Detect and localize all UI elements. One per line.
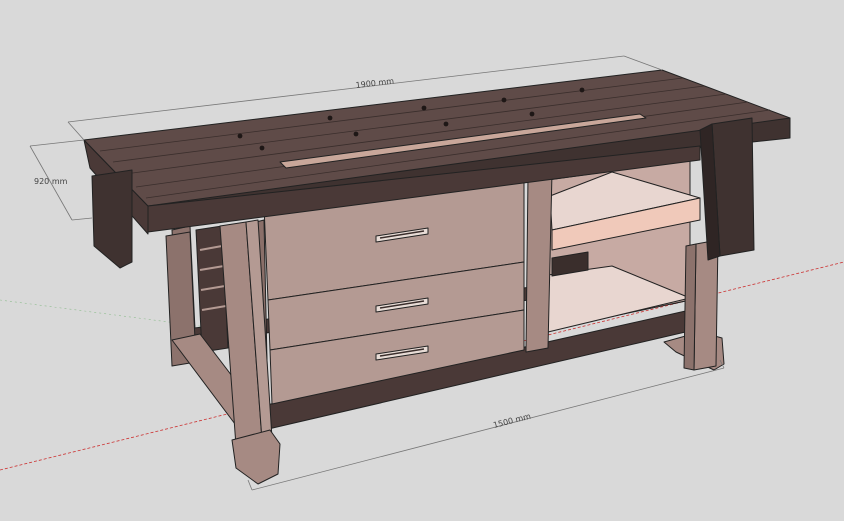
- front-right-leg[interactable]: [693, 239, 719, 371]
- green-axis-line: [0, 299, 231, 331]
- front-right-leg-side: [683, 243, 697, 371]
- center-divider-post[interactable]: [525, 171, 553, 353]
- left-foot[interactable]: [231, 429, 281, 485]
- sketchup-viewport[interactable]: 1900 mm 920 mm 1500 mm: [0, 0, 844, 521]
- dimension-height[interactable]: 920 mm: [29, 139, 93, 221]
- workbench-model[interactable]: 1900 mm 920 mm 1500 mm: [0, 0, 844, 521]
- dimension-top-length-label: 1900 mm: [355, 76, 394, 90]
- left-vise-jaw[interactable]: [91, 169, 133, 269]
- dimension-base-length-label: 1500 mm: [492, 412, 532, 430]
- dimension-height-label: 920 mm: [34, 177, 68, 186]
